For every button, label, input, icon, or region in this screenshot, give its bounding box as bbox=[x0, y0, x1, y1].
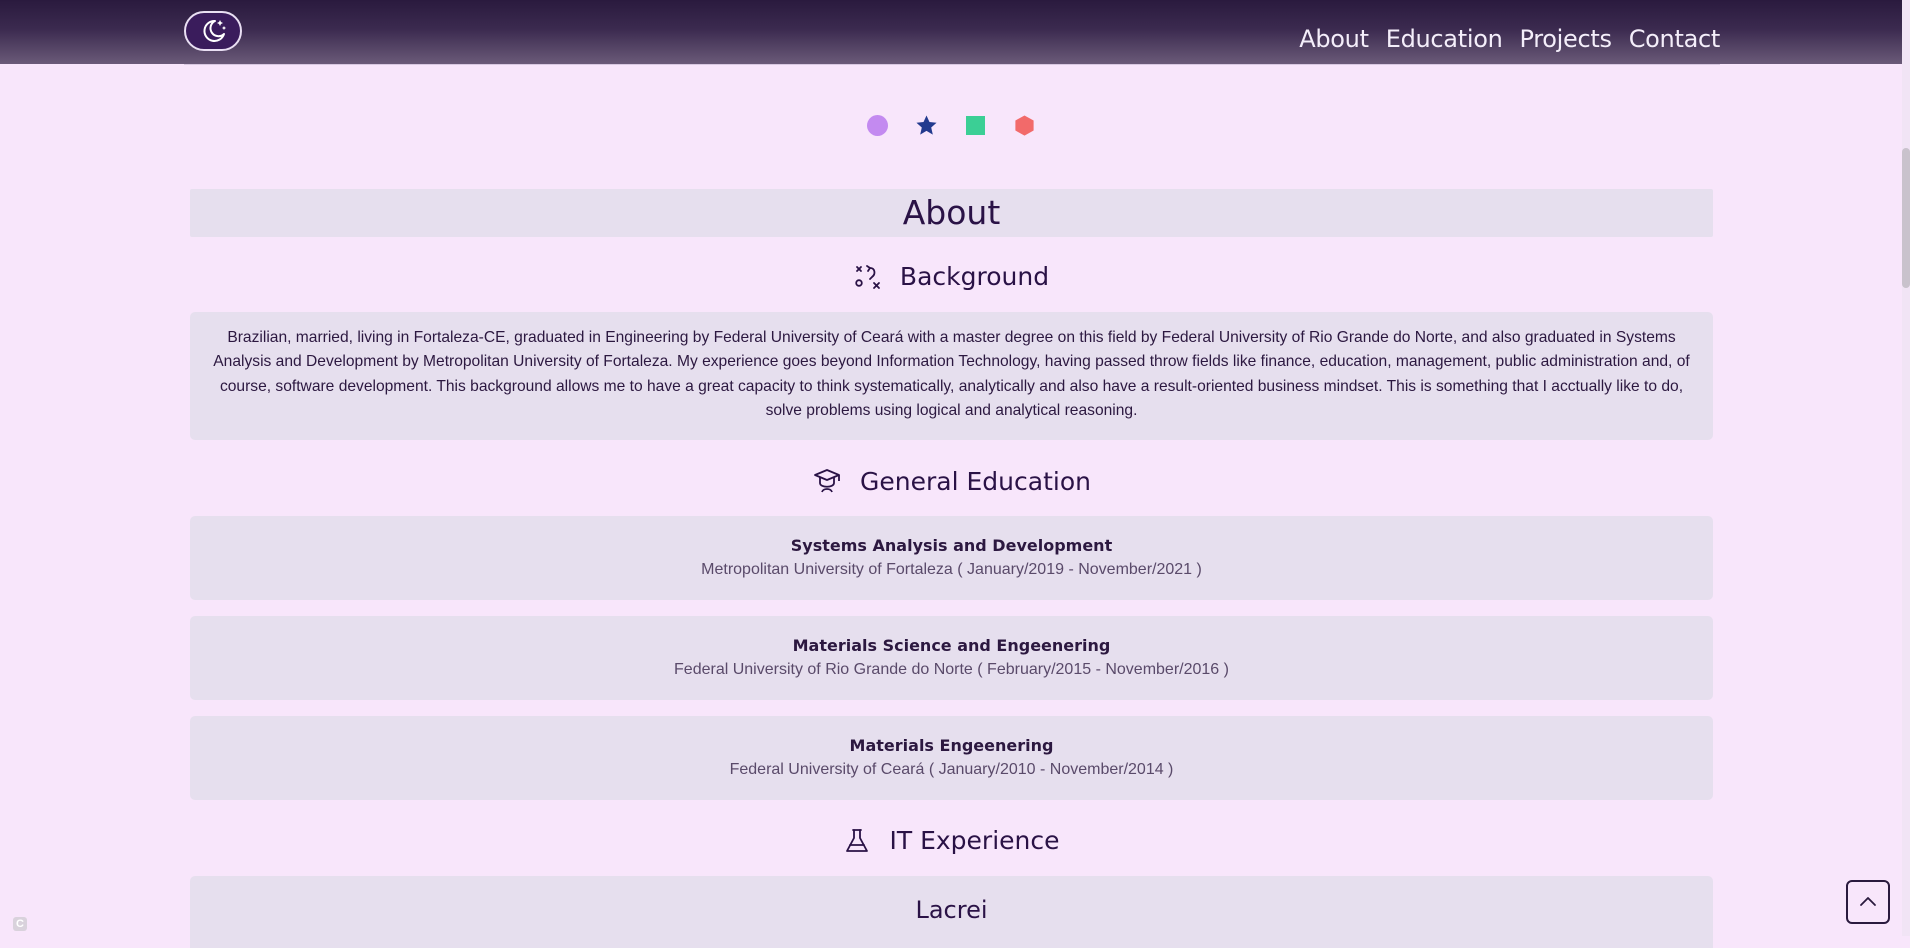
nav-contact-link[interactable]: Contact bbox=[1629, 24, 1721, 54]
institution-name: Federal University of Ceará bbox=[729, 761, 925, 778]
institution-name: Metropolitan University of Fortaleza bbox=[701, 561, 953, 578]
background-title: Background bbox=[899, 262, 1050, 291]
institution-period: Federal University of Rio Grande do Nort… bbox=[190, 661, 1713, 679]
course-period: ( February/2015 - November/2016 ) bbox=[977, 661, 1229, 678]
star-theme-icon[interactable] bbox=[915, 114, 938, 137]
education-title: General Education bbox=[860, 466, 1091, 496]
about-section-header: About bbox=[190, 189, 1713, 237]
course-name: Materials Science and Engeenering bbox=[792, 636, 1111, 655]
navbar-divider bbox=[184, 64, 1720, 65]
chevron-up-icon bbox=[1860, 897, 1876, 906]
page-scrollbar[interactable] bbox=[1902, 0, 1910, 936]
institution-period: Metropolitan University of Fortaleza ( J… bbox=[190, 561, 1713, 579]
course-name: Materials Engeenering bbox=[849, 736, 1054, 755]
main-nav: About Education Projects Contact bbox=[1299, 24, 1720, 54]
corner-badge: C bbox=[13, 917, 27, 931]
education-card: Materials Science and Engeenering Federa… bbox=[190, 616, 1713, 700]
education-heading: General Education bbox=[190, 466, 1713, 496]
strategy-icon bbox=[855, 264, 880, 289]
scrollbar-thumb[interactable] bbox=[1902, 148, 1910, 288]
education-card: Systems Analysis and Development Metropo… bbox=[190, 516, 1713, 600]
experience-heading: IT Experience bbox=[190, 826, 1713, 855]
education-card: Materials Engeenering Federal University… bbox=[190, 716, 1713, 800]
nav-about-link[interactable]: About bbox=[1299, 24, 1369, 54]
background-heading: Background bbox=[190, 262, 1713, 291]
nav-education-link[interactable]: Education bbox=[1386, 24, 1503, 54]
scroll-to-top-button[interactable] bbox=[1846, 880, 1890, 924]
square-theme-icon[interactable] bbox=[964, 114, 987, 137]
circle-theme-icon[interactable] bbox=[866, 114, 889, 137]
course-name: Systems Analysis and Development bbox=[790, 536, 1113, 555]
background-card: Brazilian, married, living in Fortaleza-… bbox=[190, 312, 1713, 440]
color-theme-picker bbox=[866, 114, 1036, 137]
graduation-cap-icon bbox=[814, 469, 840, 493]
institution-name: Federal University of Rio Grande do Nort… bbox=[674, 661, 973, 678]
nav-projects-link[interactable]: Projects bbox=[1520, 24, 1613, 54]
hexagon-theme-icon[interactable] bbox=[1013, 114, 1036, 137]
about-title: About bbox=[902, 193, 1001, 232]
moon-stars-icon bbox=[203, 19, 226, 42]
course-period: ( January/2019 - November/2021 ) bbox=[957, 561, 1202, 578]
experience-card: Lacrei bbox=[190, 876, 1713, 948]
theme-toggle-button[interactable] bbox=[184, 11, 242, 51]
institution-period: Federal University of Ceará ( January/20… bbox=[190, 761, 1713, 779]
experience-company: Lacrei bbox=[915, 896, 988, 924]
flask-icon bbox=[846, 828, 869, 852]
experience-title: IT Experience bbox=[889, 826, 1060, 855]
course-period: ( January/2010 - November/2014 ) bbox=[928, 761, 1174, 778]
